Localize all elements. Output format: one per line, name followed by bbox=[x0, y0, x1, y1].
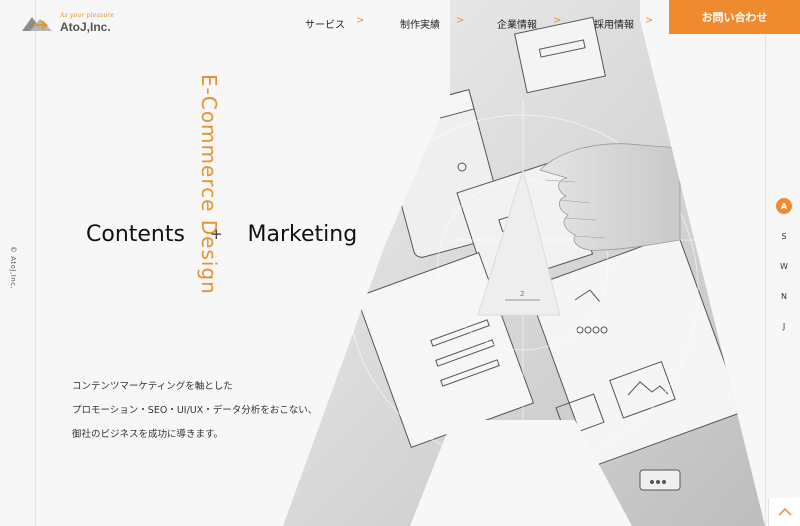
description-line: 御社のビジネスを成功に導きます。 bbox=[72, 429, 224, 440]
logo[interactable]: As your pleasure AtoJ,Inc. bbox=[20, 10, 130, 36]
side-nav-item-s[interactable]: S bbox=[776, 228, 792, 244]
vertical-tagline-text: E-Commerce Design bbox=[197, 74, 221, 295]
hero-title-marketing: Marketing bbox=[247, 222, 358, 247]
hero-title-separator: + bbox=[209, 225, 223, 243]
copyright-text: © AtoJ,Inc. bbox=[9, 246, 17, 290]
side-nav-item-w[interactable]: W bbox=[776, 258, 792, 274]
nav-item-works[interactable]: 制作実績 bbox=[400, 16, 440, 31]
chevron-up-icon bbox=[778, 507, 792, 516]
side-nav-item-j[interactable]: J bbox=[776, 318, 792, 334]
page: 2 As your pleasure AtoJ,Inc. サービス > 制作実績… bbox=[0, 0, 800, 526]
hero-title-contents: Contents bbox=[86, 222, 185, 247]
side-nav-item-a[interactable]: A bbox=[776, 198, 792, 214]
nav-item-recruit[interactable]: 採用情報 bbox=[594, 16, 634, 31]
hero-letter-a-image: 2 bbox=[283, 0, 765, 526]
vertical-tagline: E-Commerce Design bbox=[196, 74, 224, 344]
hero-image-label: 2 bbox=[520, 290, 524, 298]
back-to-top-button[interactable] bbox=[768, 498, 800, 526]
description-line: プロモーション・SEO・UI/UX・データ分析をおこない、 bbox=[72, 405, 318, 416]
nav-item-company[interactable]: 企業情報 bbox=[497, 16, 537, 31]
contact-button[interactable]: お問い合わせ bbox=[669, 0, 800, 34]
hero-description: コンテンツマーケティングを軸とした プロモーション・SEO・UI/UX・データ分… bbox=[72, 375, 362, 447]
nav-item-service[interactable]: サービス bbox=[305, 16, 345, 31]
chevron-right-icon: > bbox=[645, 15, 654, 26]
chevron-right-icon: > bbox=[553, 15, 562, 26]
side-nav-item-n[interactable]: N bbox=[776, 288, 792, 304]
chevron-right-icon: > bbox=[356, 15, 365, 26]
logo-name: AtoJ,Inc. bbox=[60, 20, 111, 34]
chevron-right-icon: > bbox=[456, 15, 465, 26]
description-line: コンテンツマーケティングを軸とした bbox=[72, 381, 233, 392]
logo-tagline: As your pleasure bbox=[60, 12, 115, 19]
atoj-logo-icon bbox=[22, 17, 52, 31]
hero-title: Contents + Marketing bbox=[86, 222, 357, 247]
copyright: © AtoJ,Inc. bbox=[6, 246, 20, 306]
